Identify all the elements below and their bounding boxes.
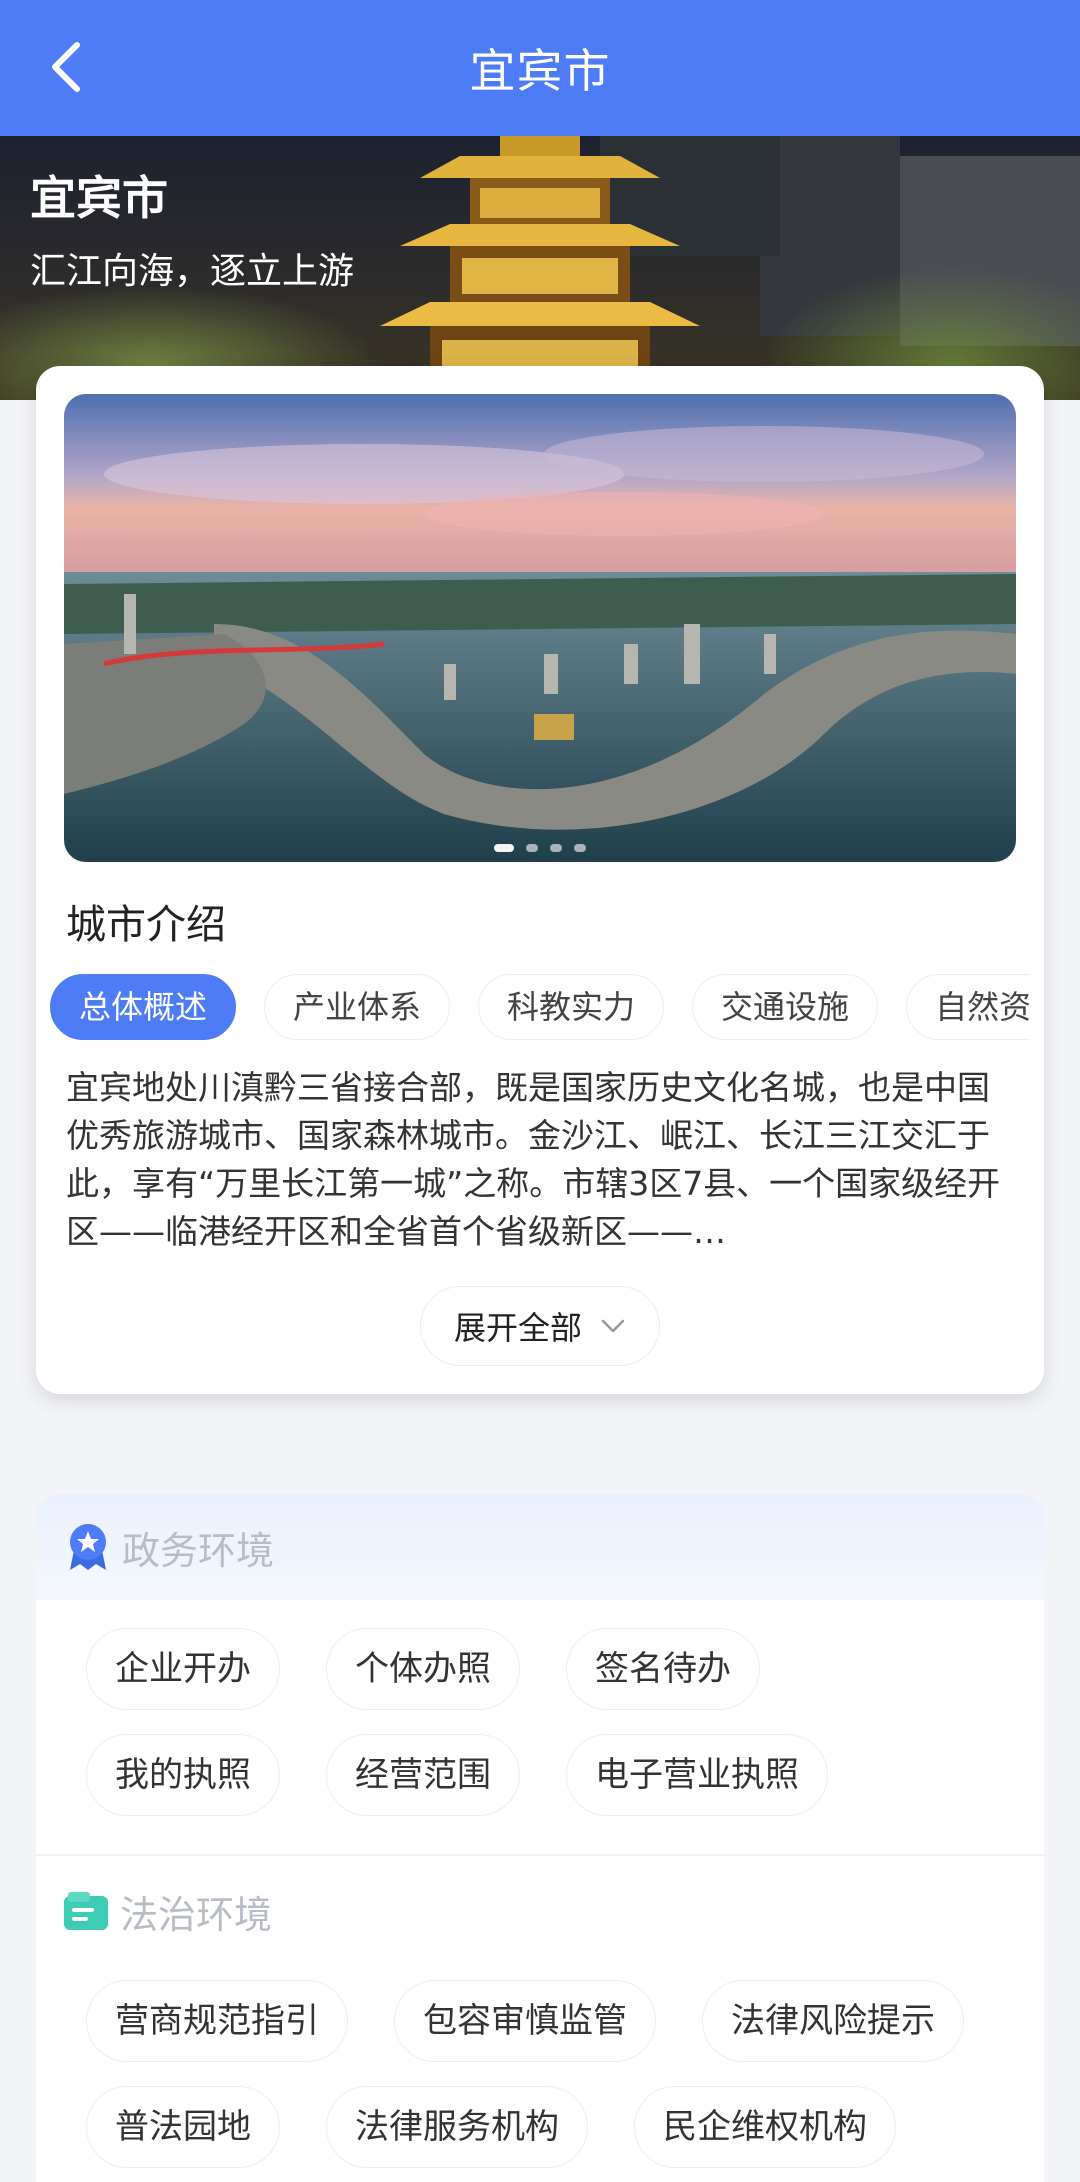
chip-prudent-supervision[interactable]: 包容审慎监管 (394, 1980, 656, 2062)
chip-pending-signature[interactable]: 签名待办 (566, 1628, 760, 1710)
badge-icon (70, 1524, 106, 1570)
law-title: 法治环境 (120, 1892, 273, 1937)
hero-slogan: 汇江向海，逐立上游 (30, 251, 355, 292)
tab-nature[interactable]: 自然资 (906, 974, 1030, 1040)
nav-bar: 宜宾市 (0, 0, 1080, 136)
city-intro-card: 城市介绍 总体概述 产业体系 科教实力 交通设施 自然资 宜宾地处川滇黔三省接合部，既是… (36, 366, 1044, 1394)
hero-city-name: 宜宾市 (30, 171, 168, 225)
chip-e-license[interactable]: 电子营业执照 (566, 1734, 828, 1816)
services-panel: 政务环境 企业开办 个体办照 签名待办 我的执照 经营范围 电子营业执照 法治环境 营商… (36, 1494, 1044, 2182)
section-title: 城市介绍 (66, 902, 226, 948)
carousel-dot[interactable] (550, 844, 562, 852)
chip-individual-license[interactable]: 个体办照 (326, 1628, 520, 1710)
chip-my-license[interactable]: 我的执照 (86, 1734, 280, 1816)
city-aerial-image (64, 394, 1016, 862)
hero-banner: 宜宾市 汇江向海，逐立上游 (0, 136, 1080, 400)
carousel-dot[interactable] (526, 844, 538, 852)
intro-tabs: 总体概述 产业体系 科教实力 交通设施 自然资 (50, 974, 1030, 1044)
chevron-left-icon (52, 42, 80, 92)
document-icon (64, 1892, 108, 1930)
intro-text: 宜宾地处川滇黔三省接合部，既是国家历史文化名城，也是中国优秀旅游城市、国家森林城… (66, 1068, 1001, 1251)
expand-label: 展开全部 (453, 1309, 582, 1347)
tab-industry[interactable]: 产业体系 (264, 974, 451, 1040)
gov-items: 企业开办 个体办照 签名待办 我的执照 经营范围 电子营业执照 (36, 1600, 1044, 1840)
tab-science-education[interactable]: 科教实力 (478, 974, 665, 1040)
back-button[interactable] (34, 34, 100, 100)
chip-legal-risk[interactable]: 法律风险提示 (702, 1980, 964, 2062)
carousel-dot[interactable] (574, 844, 586, 852)
pagoda-image (380, 136, 700, 400)
expand-all-button[interactable]: 展开全部 (420, 1286, 660, 1366)
gov-title: 政务环境 (122, 1528, 275, 1573)
chip-law-education[interactable]: 普法园地 (86, 2086, 280, 2168)
chip-rights-protection[interactable]: 民企维权机构 (634, 2086, 896, 2168)
chip-legal-services[interactable]: 法律服务机构 (326, 2086, 588, 2168)
law-items: 营商规范指引 包容审慎监管 法律风险提示 普法园地 法律服务机构 民企维权机构 (36, 1966, 1044, 2182)
chip-business-guide[interactable]: 营商规范指引 (86, 1980, 348, 2062)
city-carousel[interactable] (64, 394, 1016, 862)
tab-overview[interactable]: 总体概述 (50, 974, 237, 1040)
law-header: 法治环境 (36, 1856, 1044, 1966)
chevron-down-icon (601, 1319, 625, 1333)
carousel-indicator (64, 844, 1016, 852)
carousel-dot[interactable] (494, 844, 514, 852)
gov-header: 政务环境 (36, 1494, 1044, 1600)
chip-business-scope[interactable]: 经营范围 (326, 1734, 520, 1816)
tab-transport[interactable]: 交通设施 (692, 974, 879, 1040)
page-title: 宜宾市 (469, 44, 611, 98)
chip-business-setup[interactable]: 企业开办 (86, 1628, 280, 1710)
